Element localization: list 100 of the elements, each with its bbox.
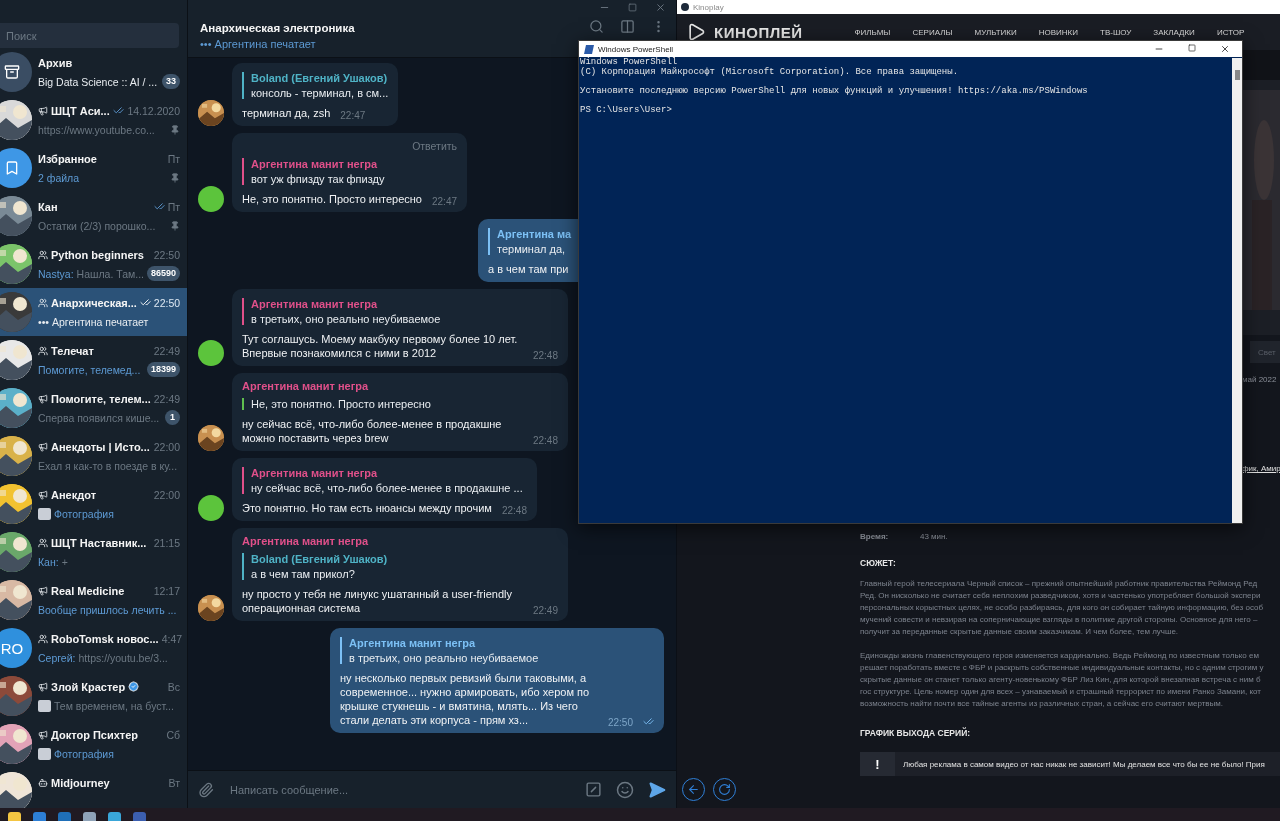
- console-line: (C) Корпорация Майкрософт (Microsoft Corporation). Все права защищены.: [580, 67, 960, 77]
- avatar: [198, 340, 224, 366]
- chat-list-item[interactable]: Анекдот 22:00 Фотография: [0, 480, 187, 528]
- maximize-icon[interactable]: [1188, 44, 1196, 52]
- close-icon[interactable]: [1220, 44, 1230, 54]
- reply-author: Аргентина манит негра: [251, 158, 379, 170]
- notice-icon: !: [860, 752, 895, 776]
- maximize-icon[interactable]: [628, 2, 637, 12]
- powershell-icon: [584, 44, 594, 54]
- chat-list-item[interactable]: Избранное Пт 2 файла: [0, 144, 187, 192]
- message-sender: Кан:: [38, 555, 59, 568]
- message-text: Тут соглашусь. Моему макбуку первому более 10 лет. Впервые познакомился с ними в 2012: [242, 332, 519, 360]
- reply-quote[interactable]: Аргентина манит негра ну сейчас всё, что-либо более-менее в продакшне ...: [242, 467, 523, 494]
- reply-quote[interactable]: Аргентина манит негра в третьих, оно реально неубиваемое: [340, 637, 539, 664]
- info-label: Время:: [860, 532, 890, 541]
- unread-count: 1: [165, 410, 180, 425]
- notice-text: Любая реклама в самом видео от нас никак не зависит! Мы делаем все что бы ее не было! Прия: [903, 759, 1265, 769]
- chat-time: 22:49: [153, 392, 181, 405]
- commands-icon[interactable]: [585, 781, 602, 798]
- reply-text: а в чем там прикол?: [251, 568, 356, 580]
- message-time: 22:48: [501, 505, 527, 516]
- nav-link[interactable]: ИСТОР: [1216, 27, 1245, 37]
- chat-list-item[interactable]: Доктор Психтер Сб Фотография: [0, 720, 187, 768]
- nav-link[interactable]: НОВИНКИ: [1038, 27, 1078, 37]
- avatar: [198, 186, 224, 212]
- megaphone-icon: [38, 681, 48, 692]
- message-text: ну несколько первых ревизий были таковыми, а современное... нужно армировать, ибо хером по крышке стукнешь - и вмятина, млять... Из чего стали делать эти корпуса - прям хз...: [340, 671, 591, 727]
- message-preview: Нашла. Там...: [76, 267, 144, 280]
- chat-title: Доктор Психтер: [51, 728, 139, 741]
- message-time: 22:49: [532, 605, 558, 616]
- search-field[interactable]: Поиск: [0, 23, 179, 48]
- message-text: а в чем там при: [488, 262, 569, 276]
- reply-link[interactable]: Ответить: [412, 140, 458, 152]
- reply-author: Аргентина ма: [497, 228, 572, 240]
- chat-time: Сб: [166, 728, 180, 741]
- chat-list-item[interactable]: Архив Big Data Science :: AI / ... 33: [0, 48, 187, 96]
- chat-time: Пт: [167, 152, 180, 165]
- nav-link[interactable]: ЗАКЛАДКИ: [1153, 27, 1195, 37]
- reply-quote[interactable]: Boland (Евгений Ушаков) консоль - терминал, в см...: [242, 72, 389, 99]
- unread-count: 18399: [146, 362, 180, 377]
- attach-icon[interactable]: [198, 781, 214, 798]
- message-preview: https://youtu.be/3...: [78, 651, 168, 664]
- message-text: терминал да, zsh: [242, 106, 331, 120]
- message-sender: Nastya:: [38, 267, 74, 280]
- chat-list-item[interactable]: Злой Крастер Вс Тем временем, на буст...: [0, 672, 187, 720]
- group-icon: [38, 537, 48, 548]
- chat-list-item[interactable]: Python beginners 22:50 Nastya: Нашла. Там... 86590: [0, 240, 187, 288]
- chat-time: 22:49: [153, 344, 180, 357]
- message-preview: Ехал я как-то в поезде в ку...: [38, 459, 178, 472]
- reply-quote[interactable]: Аргентина ма терминал да,: [488, 228, 572, 255]
- message-preview: Тем временем, на буст...: [54, 699, 174, 712]
- chat-list-item[interactable]: RO RoboTomsk новос... 4:47 Сергей: https://youtu.be/3...: [0, 624, 187, 672]
- chat-list-item[interactable]: ШЦТ Аси... 14.12.2020 https://www.youtube.co...: [0, 96, 187, 144]
- unread-count: 86590: [147, 266, 181, 281]
- search-icon[interactable]: [589, 19, 604, 34]
- message-preview: Сперва появился кише...: [38, 411, 160, 424]
- window-title: Windows PowerShell: [598, 44, 675, 54]
- scrollbar[interactable]: [1232, 58, 1242, 523]
- chat-list-item[interactable]: Помогите, телем... 22:49 Сперва появился кише... 1: [0, 384, 187, 432]
- reply-author: Аргентина манит негра: [349, 637, 477, 649]
- nav-link[interactable]: МУЛЬТИКИ: [974, 27, 1017, 37]
- chat-time: 22:00: [153, 440, 180, 453]
- reply-text: в третьих, оно реально неубиваемое: [349, 652, 539, 664]
- message-text: ну просто у тебя не линукс ушатанный а user-friendly операционная система: [242, 587, 513, 615]
- sidebar-toggle-icon[interactable]: [620, 19, 635, 34]
- message-time: 22:50: [607, 717, 633, 728]
- reply-text: ну сейчас всё, что-либо более-менее в продакшне ...: [251, 482, 523, 494]
- message-sender: Сергей:: [38, 651, 76, 664]
- refresh-icon: [718, 783, 731, 796]
- chat-list-item[interactable]: Кан Пт Остатки (2/3) порошко...: [0, 192, 187, 240]
- avatar: [198, 495, 224, 521]
- sender-name: Аргентина манит негра: [242, 380, 370, 392]
- group-icon: [38, 297, 48, 308]
- message-composer[interactable]: Написать сообщение...: [188, 770, 676, 808]
- chat-title: ШЦТ Наставник...: [51, 536, 147, 549]
- chat-time: 21:15: [153, 536, 180, 549]
- reply-text: в третьих, оно реально неубиваемое: [251, 313, 441, 325]
- reply-quote[interactable]: Boland (Евгений Ушаков) а в чем там прикол?: [242, 553, 388, 580]
- megaphone-icon: [38, 585, 48, 596]
- message-text: Не, это понятно. Просто интересно: [242, 192, 422, 206]
- send-icon[interactable]: [648, 780, 666, 799]
- message-input[interactable]: Написать сообщение...: [228, 782, 571, 797]
- chat-list-item[interactable]: Анекдоты | Исто... 22:00 Ехал я как-то в поезде в ку...: [0, 432, 187, 480]
- nav-link[interactable]: СЕРИАЛЫ: [912, 27, 953, 37]
- chat-list-item[interactable]: Real Medicine 12:17 Вообще пришлось лечить ...: [0, 576, 187, 624]
- logo[interactable]: КИНОПЛЕЙ: [714, 23, 803, 41]
- reply-quote[interactable]: Аргентина манит негра в третьих, оно реально неубиваемое: [242, 298, 441, 325]
- app-icon: [681, 3, 689, 11]
- nav-link[interactable]: ФИЛЬМЫ: [854, 27, 891, 37]
- reply-author: Аргентина манит негра: [251, 467, 379, 479]
- reply-text: консоль - терминал, в см...: [251, 87, 389, 99]
- reply-quote[interactable]: Аргентина манит негра вот уж фпизду так фпизду: [242, 158, 385, 185]
- emoji-icon[interactable]: [616, 780, 634, 799]
- chat-list-item[interactable]: Телечат 22:49 Помогите, телемед... 18399: [0, 336, 187, 384]
- nav-link[interactable]: ТВ-ШОУ: [1100, 27, 1132, 37]
- chat-list-item[interactable]: Анархическая... 22:50 ••• Аргентина печатает: [0, 288, 187, 336]
- megaphone-icon: [38, 393, 48, 404]
- chat-list-item[interactable]: ШЦТ Наставник... 21:15 Кан: +: [0, 528, 187, 576]
- chat-time: 22:00: [153, 488, 180, 501]
- chat-time: Пт: [167, 200, 180, 213]
